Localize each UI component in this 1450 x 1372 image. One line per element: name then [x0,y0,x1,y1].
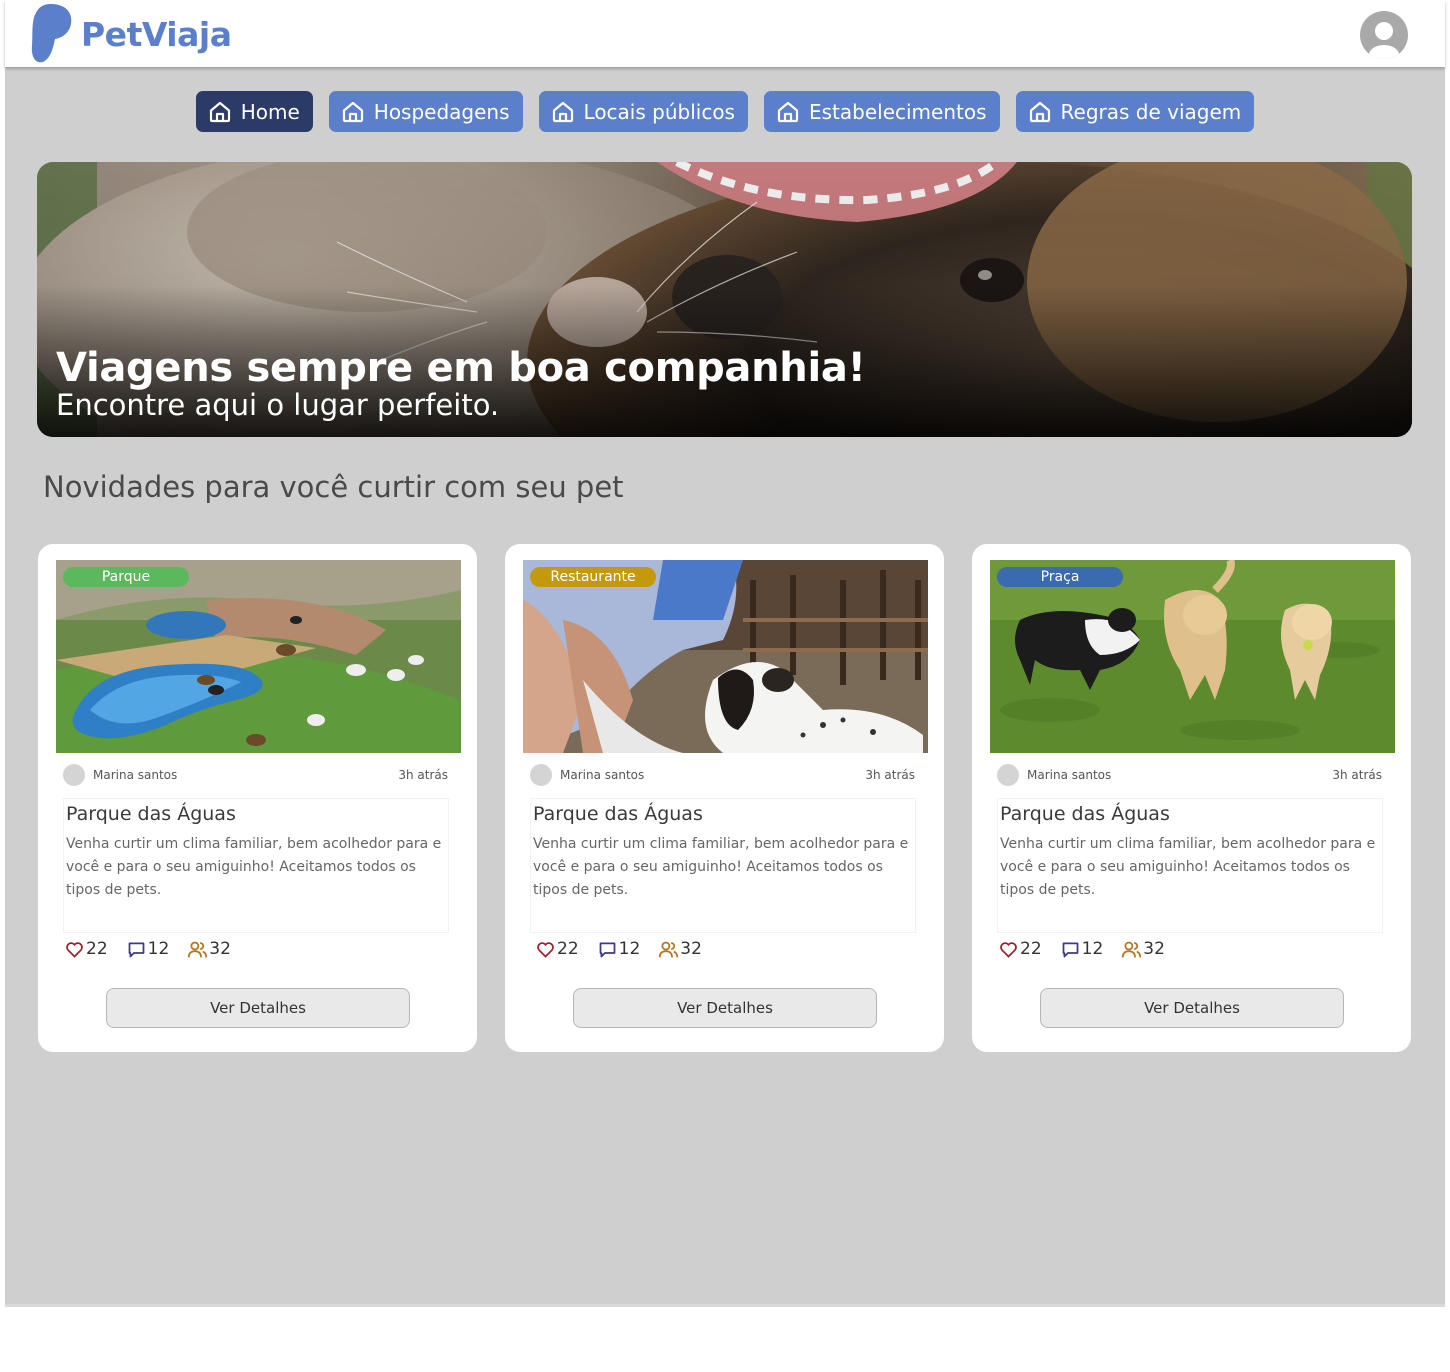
brand-logo[interactable]: PetViaja [29,2,232,64]
people-count: 32 [209,939,231,959]
card-description: Venha curtir um clima familiar, bem acol… [1000,836,1376,898]
home-icon [342,101,363,122]
home-icon [777,101,799,122]
card-image[interactable]: Restaurante [523,560,928,753]
hero-subtitle: Encontre aqui o lugar perfeito. [56,388,500,422]
home-icon [552,101,573,122]
section-title: Novidades para você curtir com seu pet [43,470,624,504]
home-icon [1029,101,1050,122]
card-content: Parque das Águas Venha curtir um clima f… [63,798,449,933]
home-icon [209,101,230,122]
author-avatar[interactable] [997,764,1019,786]
nav-estabelecimentos[interactable]: Estabelecimentos [763,91,1000,132]
nav-regras-de-viagem-label: Regras de viagem [1060,99,1242,124]
likes-stat[interactable]: 22 [998,939,1042,960]
people-count: 32 [680,939,702,959]
likes-count: 22 [86,939,108,959]
people-stat[interactable]: 32 [1121,939,1165,960]
card-title: Parque das Águas [1000,803,1170,825]
card-image[interactable]: Praça [990,560,1395,753]
nav-regras-de-viagem[interactable]: Regras de viagem [1015,91,1255,132]
post-time: 3h atrás [398,768,448,782]
comment-icon [599,942,616,957]
user-avatar-icon [1369,22,1399,59]
author-name[interactable]: Marina santos [93,768,177,782]
users-icon [188,941,208,957]
brand-name: PetViaja [81,14,232,54]
likes-stat[interactable]: 22 [64,939,108,960]
comments-count: 12 [618,939,641,959]
people-stat[interactable]: 32 [187,939,231,960]
people-count: 32 [1143,939,1165,959]
logo-mark-icon [31,4,72,63]
comment-icon [1062,942,1079,957]
comments-stat[interactable]: 12 [1060,939,1104,960]
hero-title: Viagens sempre em boa companhia! [56,345,866,391]
author-row: Marina santos 3h atrás [997,764,1382,786]
likes-count: 22 [557,939,579,959]
nav-home-label: Home [240,99,300,124]
page-footer [5,1304,1445,1372]
restaurant-dog-photo [523,560,928,753]
card-title: Parque das Águas [533,803,703,825]
post-time: 3h atrás [1332,768,1382,782]
profile-avatar[interactable] [1360,11,1408,59]
pool-park-photo [56,560,461,753]
author-row: Marina santos 3h atrás [530,764,915,786]
details-button[interactable]: Ver Detalhes [106,988,410,1028]
main-content: Home Hospedagens Locais públicos Estabel… [5,67,1445,1304]
comments-count: 12 [147,939,170,959]
square-dogs-photo [990,560,1395,753]
nav-locais-publicos[interactable]: Locais públicos [538,91,748,132]
details-button[interactable]: Ver Detalhes [1040,988,1344,1028]
comments-stat[interactable]: 12 [126,939,170,960]
card-description: Venha curtir um clima familiar, bem acol… [533,836,909,898]
card-title: Parque das Águas [66,803,236,825]
card-description: Venha curtir um clima familiar, bem acol… [66,836,442,898]
card-stats: 22 12 32 [64,937,249,961]
nav-hospedagens-label: Hospedagens [373,99,510,124]
heart-icon [1000,941,1017,958]
details-button[interactable]: Ver Detalhes [573,988,877,1028]
comments-count: 12 [1081,939,1104,959]
nav-home[interactable]: Home [195,91,313,132]
users-icon [659,941,679,957]
author-name[interactable]: Marina santos [1027,768,1111,782]
card-stats: 22 12 32 [535,937,720,961]
author-row: Marina santos 3h atrás [63,764,448,786]
card-content: Parque das Águas Venha curtir um clima f… [530,798,916,933]
people-stat[interactable]: 32 [658,939,702,960]
main-nav: Home Hospedagens Locais públicos Estabel… [5,91,1445,132]
author-avatar[interactable] [63,764,85,786]
category-badge: Parque [63,567,189,587]
top-header: PetViaja [5,0,1445,67]
comment-icon [128,942,145,957]
comments-stat[interactable]: 12 [597,939,641,960]
hero-banner: Viagens sempre em boa companhia! Encontr… [37,162,1412,437]
card-content: Parque das Águas Venha curtir um clima f… [997,798,1383,933]
author-name[interactable]: Marina santos [560,768,644,782]
card-stats: 22 12 32 [998,937,1183,961]
heart-icon [66,941,83,958]
heart-icon [537,941,554,958]
post-time: 3h atrás [865,768,915,782]
place-card: Praça Marina santos 3h atrás Parque das … [972,544,1411,1052]
category-badge: Praça [997,567,1123,587]
card-image[interactable]: Parque [56,560,461,753]
users-icon [1122,941,1142,957]
category-badge: Restaurante [530,567,656,587]
nav-hospedagens[interactable]: Hospedagens [328,91,523,132]
place-card: Restaurante Marina santos 3h atrás Parqu… [505,544,944,1052]
place-card: Parque Marina santos 3h atrás Parque das… [38,544,477,1052]
nav-estabelecimentos-label: Estabelecimentos [808,99,987,124]
nav-locais-publicos-label: Locais públicos [583,99,735,124]
likes-stat[interactable]: 22 [535,939,579,960]
likes-count: 22 [1020,939,1042,959]
author-avatar[interactable] [530,764,552,786]
